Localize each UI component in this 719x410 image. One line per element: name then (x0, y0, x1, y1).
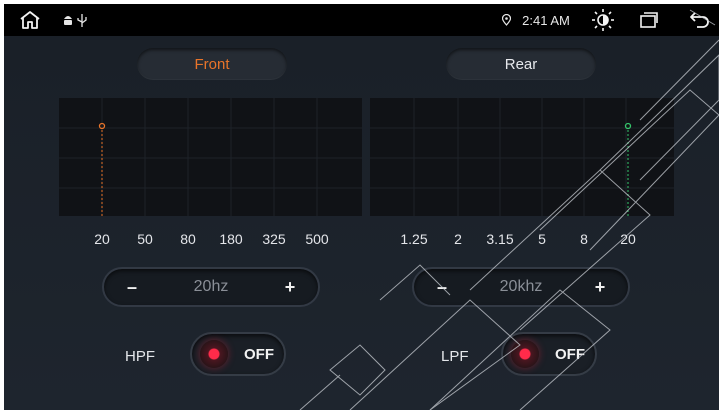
android-icon (62, 13, 74, 27)
hpf-toggle[interactable]: OFF (190, 332, 286, 376)
lpf-toggle[interactable]: OFF (501, 332, 597, 376)
back-icon[interactable] (688, 10, 712, 30)
location-icon (501, 13, 511, 27)
hpf-toggle-label: OFF (244, 345, 274, 363)
brightness-icon[interactable] (590, 7, 616, 33)
rear-increase-button[interactable]: + (580, 269, 620, 305)
front-tick: 500 (305, 231, 329, 247)
tab-front-label: Front (194, 55, 230, 73)
front-decrease-button[interactable]: – (112, 269, 152, 305)
front-tick: 20 (94, 231, 110, 247)
crossover-panel: Front Rear 20 50 80 180 325 500 1.25 2 3… (4, 36, 719, 410)
rear-frequency-graph[interactable] (370, 98, 674, 216)
front-frequency-stepper: – 20hz + (102, 267, 320, 307)
front-frequency-graph[interactable] (59, 98, 362, 216)
recent-apps-icon[interactable] (638, 10, 660, 30)
front-tick: 80 (180, 231, 196, 247)
tab-front[interactable]: Front (137, 48, 287, 80)
front-increase-button[interactable]: + (270, 269, 310, 305)
front-tick: 180 (219, 231, 243, 247)
lpf-label: LPF (441, 348, 469, 365)
rear-tick: 2 (454, 231, 462, 247)
front-frequency-ticks: 20 50 80 180 325 500 (59, 231, 362, 247)
tab-rear[interactable]: Rear (446, 48, 596, 80)
rear-tick: 5 (538, 231, 546, 247)
front-frequency-value: 20hz (193, 278, 229, 295)
rear-frequency-stepper: – 20khz + (412, 267, 630, 307)
hpf-toggle-indicator (200, 340, 228, 368)
rear-tick: 20 (620, 231, 636, 247)
status-bar: 2:41 AM (4, 4, 719, 36)
rear-tick: 8 (580, 231, 588, 247)
hpf-label: HPF (125, 348, 155, 365)
home-icon[interactable] (18, 9, 42, 31)
rear-frequency-ticks: 1.25 2 3.15 5 8 20 (370, 231, 674, 247)
lpf-toggle-indicator (511, 340, 539, 368)
rear-tick: 3.15 (486, 231, 514, 247)
rear-frequency-value: 20khz (499, 278, 543, 295)
lpf-toggle-label: OFF (555, 345, 585, 363)
rear-decrease-button[interactable]: – (422, 269, 462, 305)
usb-icon (76, 13, 88, 27)
clock: 2:41 AM (522, 12, 570, 28)
front-tick: 50 (137, 231, 153, 247)
rear-tick: 1.25 (400, 231, 428, 247)
tab-rear-label: Rear (504, 55, 538, 73)
front-tick: 325 (262, 231, 286, 247)
screen: 2:41 AM Front Rear 20 50 80 180 325 500 … (4, 4, 719, 410)
